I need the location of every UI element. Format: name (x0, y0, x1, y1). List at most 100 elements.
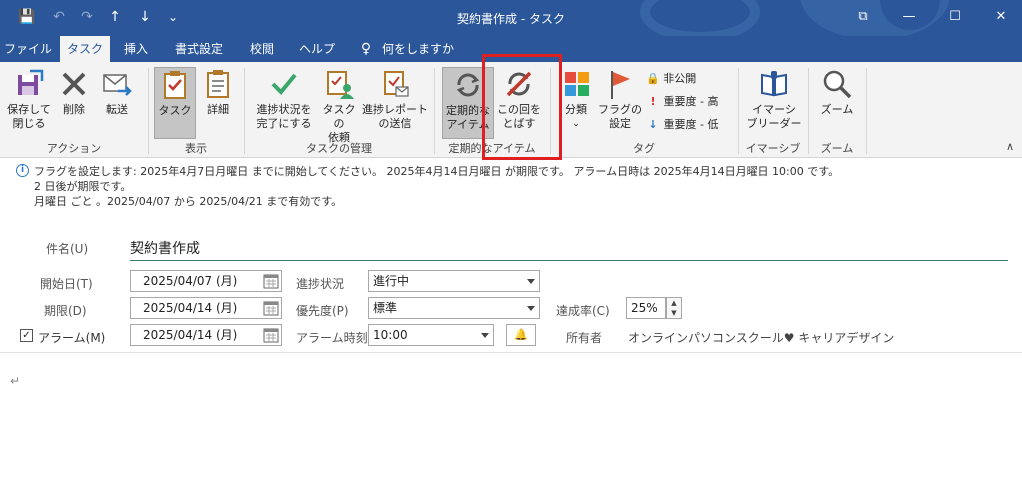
info-due-line: 2 日後が期限です。 (34, 180, 132, 193)
delete-label: 削除 (63, 103, 85, 116)
forward-envelope-icon (103, 74, 132, 96)
ribbon-display-options-icon[interactable]: ⧉ (852, 6, 874, 28)
percent-complete-value: 25% (631, 301, 658, 315)
low-importance-label: 重要度 - 低 (663, 118, 719, 131)
alarm-sound-button[interactable]: 🔔 (506, 324, 536, 346)
subject-input[interactable]: 契約書作成 (130, 238, 200, 258)
title-bar: 💾 ↶ ↷ ↑ ↓ ⌄ 契約書作成 - タスク ⧉ — ☐ ✕ (0, 0, 1022, 36)
low-importance-button[interactable]: ↓ 重要度 - 低 (646, 116, 718, 134)
minimize-button[interactable]: — (898, 6, 920, 28)
priority-label: 優先度(P) (296, 304, 349, 318)
zoom-label: ズーム (820, 103, 854, 116)
calendar-icon[interactable] (263, 273, 279, 289)
group-label-zoom: ズーム (820, 142, 854, 155)
show-task-button[interactable]: タスク (154, 67, 196, 139)
immersive-reader-label-1: イマーシ (752, 103, 796, 116)
due-date-field[interactable]: 2025/04/14 (月) (130, 297, 282, 319)
priority-value: 標準 (373, 301, 398, 315)
alarm-time-select[interactable]: 10:00 (368, 324, 494, 346)
stepper-up-icon[interactable]: ▲ (667, 298, 681, 308)
down-arrow-icon: ↓ (648, 118, 658, 131)
delete-button[interactable]: 削除 (56, 67, 92, 117)
subject-label: 件名(U) (46, 242, 89, 256)
magnifier-icon (823, 70, 852, 99)
highlight-box (482, 54, 562, 160)
body-divider (0, 352, 1022, 353)
group-separator (738, 68, 739, 154)
calendar-icon[interactable] (263, 327, 279, 343)
private-button[interactable]: 🔒 非公開 (646, 70, 696, 88)
follow-up-flag-button[interactable]: フラグの 設定 (598, 67, 642, 131)
checkmark-icon (271, 73, 297, 95)
alarm-checkbox[interactable]: ✓ (20, 329, 33, 342)
recurrence-icon (456, 73, 480, 97)
info-flag-line: フラグを設定します: 2025年4月7日月曜日 までに開始してください。 202… (34, 165, 840, 178)
status-value: 進行中 (373, 274, 410, 288)
priority-select[interactable]: 標準 (368, 297, 540, 319)
mark-complete-label-1: 進捗状況を (256, 103, 312, 116)
tab-format[interactable]: 書式設定 (166, 36, 232, 62)
group-separator (434, 68, 435, 154)
categorize-label: 分類 (565, 103, 587, 116)
status-select[interactable]: 進行中 (368, 270, 540, 292)
delete-x-icon (62, 72, 86, 96)
start-date-value: 2025/04/07 (月) (143, 274, 238, 288)
group-label-tags: タグ (633, 142, 655, 155)
dropdown-arrow-icon (527, 306, 535, 311)
status-report-label-2: の送信 (378, 117, 412, 130)
zoom-button[interactable]: ズーム (816, 67, 858, 117)
start-date-label: 開始日(T) (40, 277, 93, 291)
show-details-button[interactable]: 詳細 (200, 67, 236, 117)
percent-complete-input[interactable]: 25% (626, 297, 666, 319)
details-clipboard-icon (207, 70, 229, 98)
tab-file[interactable]: ファイル (4, 36, 52, 62)
forward-button[interactable]: 転送 (96, 67, 138, 117)
flag-label-2: 設定 (609, 117, 631, 130)
save-and-close-button[interactable]: 保存して 閉じる (6, 67, 52, 131)
assign-task-button[interactable]: タスクの 依頼 (318, 67, 360, 145)
status-report-label-1: 進捗レポート (362, 103, 428, 116)
immersive-reader-label-2: ブリーダー (746, 117, 802, 130)
group-separator (866, 68, 867, 154)
private-label: 非公開 (663, 72, 697, 85)
lightbulb-icon: ♀ (360, 41, 372, 57)
dropdown-arrow-icon (481, 333, 489, 338)
subject-underline (130, 260, 1008, 261)
paragraph-mark[interactable]: ↵ (10, 374, 20, 388)
group-label-manage-task: タスクの管理 (306, 142, 372, 155)
high-importance-button[interactable]: ! 重要度 - 高 (646, 93, 718, 111)
alarm-date-value: 2025/04/14 (月) (143, 328, 238, 342)
categorize-button[interactable]: 分類 ⌄ (560, 67, 592, 131)
dropdown-arrow-icon (527, 279, 535, 284)
alarm-date-field[interactable]: 2025/04/14 (月) (130, 324, 282, 346)
task-clipboard-icon (164, 71, 186, 99)
send-status-report-button[interactable]: 進捗レポート の送信 (362, 67, 428, 131)
alarm-label: アラーム(M) (38, 331, 106, 345)
close-button[interactable]: ✕ (990, 6, 1012, 28)
flag-label-1: フラグの (598, 103, 642, 116)
tell-me-search[interactable]: 何をしますか (382, 36, 462, 62)
group-label-show: 表示 (185, 142, 207, 155)
tab-review[interactable]: 校閲 (240, 36, 284, 62)
tab-insert[interactable]: 挿入 (116, 36, 156, 62)
immersive-reader-button[interactable]: イマーシ ブリーダー (744, 67, 804, 131)
calendar-icon[interactable] (263, 300, 279, 316)
tab-help[interactable]: ヘルプ (294, 36, 340, 62)
categorize-icon (565, 72, 589, 96)
group-separator (148, 68, 149, 154)
show-task-label: タスク (158, 104, 192, 117)
tab-task[interactable]: タスク (60, 36, 110, 62)
group-label-immersive: イマーシブ (745, 142, 801, 155)
collapse-ribbon-icon[interactable]: ∧ (1006, 140, 1014, 153)
high-importance-label: 重要度 - 高 (663, 95, 719, 108)
maximize-button[interactable]: ☐ (944, 6, 966, 28)
owner-label: 所有者 (566, 331, 603, 345)
stepper-down-icon[interactable]: ▼ (667, 308, 681, 318)
start-date-field[interactable]: 2025/04/07 (月) (130, 270, 282, 292)
mark-complete-button[interactable]: 進捗状況を 完了にする (252, 67, 316, 131)
group-separator (808, 68, 809, 154)
alarm-time-label: アラーム時刻 (296, 331, 368, 345)
percent-stepper[interactable]: ▲ ▼ (666, 297, 682, 319)
bell-icon: 🔔 (514, 328, 528, 341)
mark-complete-label-2: 完了にする (256, 117, 312, 130)
